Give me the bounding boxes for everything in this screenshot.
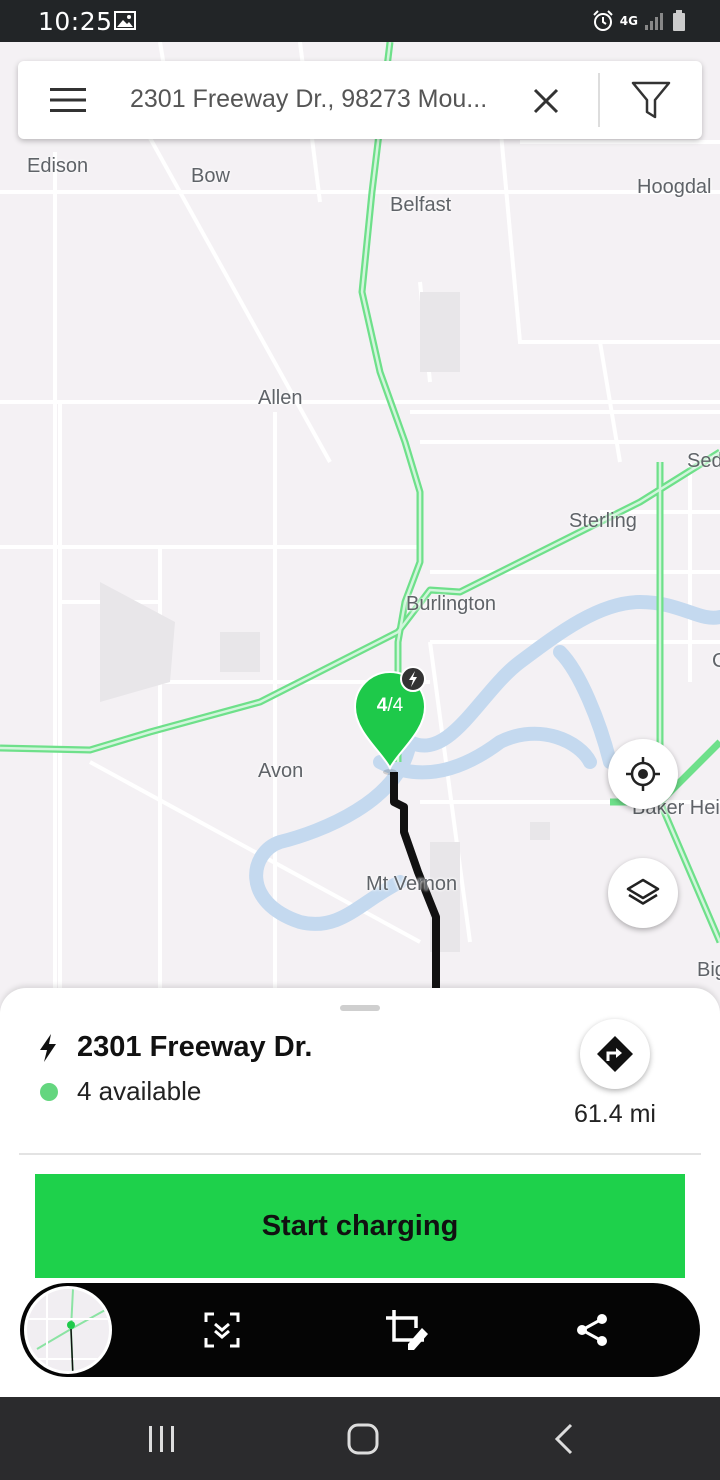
place-label-big: Big (697, 959, 720, 981)
directions-button[interactable] (580, 1019, 650, 1089)
availability-status-dot (40, 1083, 58, 1101)
scroll-capture-icon (204, 1312, 240, 1348)
clear-icon[interactable] (530, 85, 562, 117)
sheet-divider (19, 1153, 701, 1155)
place-label-belfast: Belfast (390, 194, 452, 216)
recent-apps-icon (149, 1426, 174, 1452)
share-button[interactable] (570, 1308, 614, 1352)
marker-available: 4 (376, 695, 388, 716)
screenshot-thumbnail[interactable] (24, 1286, 112, 1374)
place-label-allen: Allen (258, 387, 303, 409)
status-bar: 10:25 4G (0, 0, 720, 42)
my-location-button[interactable] (608, 739, 678, 809)
availability-text: 4 available (77, 1076, 202, 1106)
distance-text: 61.4 mi (574, 1100, 656, 1128)
place-label-mt-vernon: Mt Vernon (366, 873, 458, 895)
status-time: 10:25 (38, 7, 113, 36)
station-name: 2301 Freeway Dr. (77, 1031, 313, 1063)
marker-total: 4 (392, 695, 404, 716)
place-label-sterling: Sterling (569, 510, 637, 532)
marker-count: 4/4 (352, 695, 428, 717)
search-bar[interactable]: 2301 Freeway Dr., 98273 Mou... (18, 61, 702, 139)
crop-edit-button[interactable] (386, 1308, 430, 1352)
place-label-avon: Avon (258, 760, 304, 782)
back-icon (554, 1423, 573, 1455)
place-label-c: C (712, 650, 720, 672)
thumbnail-map-image (27, 1289, 109, 1371)
status-icons: 4G (592, 8, 686, 34)
crop-edit-icon (386, 1310, 428, 1350)
search-divider (598, 73, 600, 127)
screenshot-toolbar[interactable] (20, 1283, 700, 1377)
menu-icon[interactable] (50, 87, 86, 113)
home-button[interactable] (343, 1419, 383, 1459)
crosshair-icon (626, 757, 660, 791)
back-button[interactable] (544, 1419, 584, 1459)
image-icon (114, 11, 136, 30)
scroll-capture-button[interactable] (200, 1308, 244, 1352)
recent-apps-button[interactable] (142, 1419, 182, 1459)
directions-icon (597, 1036, 633, 1072)
place-label-sed: Sed (687, 450, 720, 472)
bolt-icon (40, 1034, 56, 1062)
system-nav-bar (0, 1397, 720, 1480)
map-layers-button[interactable] (608, 858, 678, 928)
search-input[interactable]: 2301 Freeway Dr., 98273 Mou... (130, 85, 510, 114)
share-icon (577, 1314, 607, 1346)
place-label-burlington: Burlington (406, 593, 497, 615)
layers-icon (626, 878, 660, 905)
place-label-edison: Edison (27, 155, 89, 177)
alarm-icon (593, 10, 613, 31)
start-charging-button[interactable]: Start charging (35, 1174, 685, 1278)
signal-icon (645, 13, 663, 30)
battery-icon (673, 10, 685, 31)
drag-handle[interactable] (340, 1005, 380, 1011)
home-icon (347, 1423, 379, 1455)
fast-charge-badge-icon (400, 666, 426, 692)
network-4g-icon: 4G (619, 13, 638, 28)
place-label-bow: Bow (191, 165, 230, 187)
place-label-hoogdal: Hoogdal (637, 176, 712, 198)
filter-icon[interactable] (630, 79, 672, 121)
